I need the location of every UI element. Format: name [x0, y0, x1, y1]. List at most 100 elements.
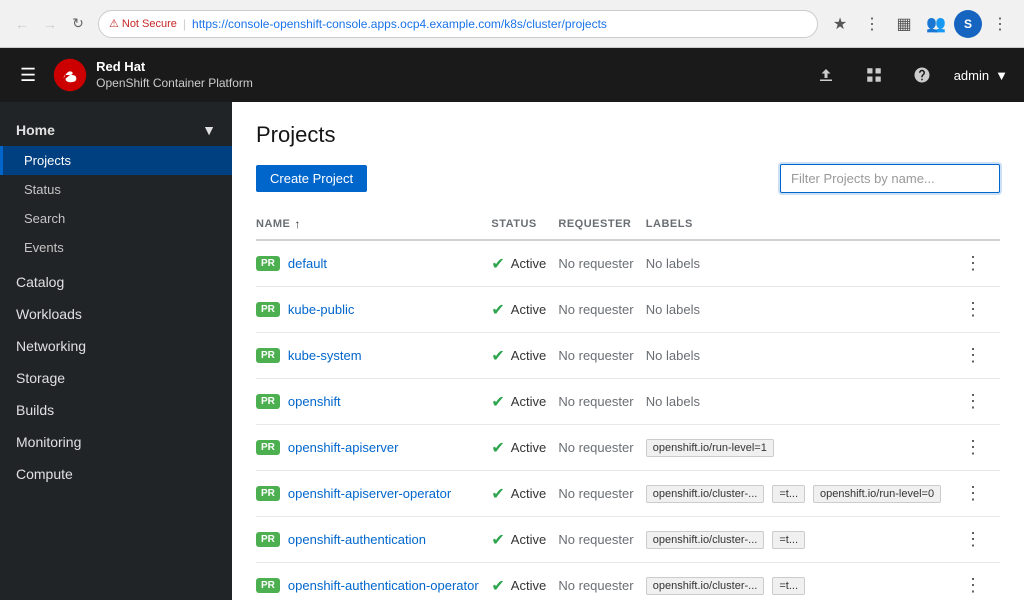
status-text: Active [511, 486, 546, 501]
profile-button[interactable]: 👥 [922, 10, 950, 38]
sidebar-item-home[interactable]: Home ▼ [0, 114, 232, 146]
sidebar-item-search[interactable]: Search [0, 204, 232, 233]
page-title: Projects [256, 122, 1000, 148]
pr-badge: PR [256, 486, 280, 501]
row-actions-button[interactable]: ⋮ [958, 573, 988, 598]
labels-cell: openshift.io/cluster-...=t...openshift.i… [646, 485, 946, 503]
actions-cell: ⋮ [958, 240, 1000, 287]
actions-cell: ⋮ [958, 425, 1000, 471]
project-name-cell: PR openshift-authentication-operator [256, 563, 491, 600]
actions-cell: ⋮ [958, 517, 1000, 563]
sidebar-category-label: Storage [16, 370, 65, 386]
sidebar-item-monitoring[interactable]: Monitoring [0, 426, 232, 458]
labels-value: No labels [646, 256, 700, 271]
label-tag: openshift.io/cluster-... [646, 531, 765, 549]
sidebar-item-projects[interactable]: Projects [0, 146, 232, 175]
sidebar-item-storage[interactable]: Storage [0, 362, 232, 394]
help-button[interactable] [906, 59, 938, 91]
brand: Red Hat OpenShift Container Platform [52, 57, 253, 93]
status-text: Active [511, 532, 546, 547]
pr-badge: PR [256, 578, 280, 593]
requester-cell: No requester [558, 425, 645, 471]
project-link[interactable]: openshift-authentication-operator [288, 578, 479, 593]
requester-cell: No requester [558, 240, 645, 287]
table-row: PR openshift-authentication ✔ Active No … [256, 517, 1000, 563]
row-actions-button[interactable]: ⋮ [958, 251, 988, 276]
project-link[interactable]: default [288, 256, 327, 271]
project-link[interactable]: kube-system [288, 348, 362, 363]
active-status-icon: ✔ [491, 484, 504, 504]
user-avatar-button[interactable]: S [954, 10, 982, 38]
requester-value: No requester [558, 348, 633, 363]
browser-chrome: ← → ↻ ⚠ Not Secure | https://console-ope… [0, 0, 1024, 48]
user-menu-button[interactable]: admin ▼ [954, 68, 1008, 83]
back-button[interactable]: ← [10, 12, 34, 36]
project-name-cell: PR openshift-apiserver [256, 425, 491, 471]
address-bar[interactable]: ⚠ Not Secure | https://console-openshift… [98, 10, 818, 38]
sidebar-item-builds[interactable]: Builds [0, 394, 232, 426]
upload-icon [817, 66, 835, 84]
actions-cell: ⋮ [958, 563, 1000, 600]
table-row: PR openshift-apiserver ✔ Active No reque… [256, 425, 1000, 471]
pr-badge: PR [256, 348, 280, 363]
sidebar-category-label: Builds [16, 402, 54, 418]
project-link[interactable]: kube-public [288, 302, 355, 317]
project-link[interactable]: openshift-apiserver-operator [288, 486, 451, 501]
row-actions-button[interactable]: ⋮ [958, 389, 988, 414]
col-requester: REQUESTER [558, 209, 645, 240]
actions-cell: ⋮ [958, 379, 1000, 425]
col-labels: LABELS [646, 209, 958, 240]
requester-value: No requester [558, 302, 633, 317]
labels-cell: openshift.io/run-level=1 [646, 425, 958, 471]
reload-button[interactable]: ↻ [66, 12, 90, 36]
forward-button[interactable]: → [38, 12, 62, 36]
sidebar-home-label: Home [16, 122, 55, 138]
dropdown-icon: ▼ [995, 68, 1008, 83]
requester-cell: No requester [558, 333, 645, 379]
grid-button[interactable] [858, 59, 890, 91]
chevron-down-icon: ▼ [202, 122, 216, 138]
extensions-button[interactable]: ▦ [890, 10, 918, 38]
active-status-icon: ✔ [491, 392, 504, 412]
row-actions-button[interactable]: ⋮ [958, 297, 988, 322]
upload-button[interactable] [810, 59, 842, 91]
sidebar-item-workloads[interactable]: Workloads [0, 298, 232, 330]
redhat-logo [52, 57, 88, 93]
pr-badge: PR [256, 440, 280, 455]
labels-cell: openshift.io/cluster-...=t... [646, 577, 946, 595]
status-text: Active [511, 302, 546, 317]
row-actions-button[interactable]: ⋮ [958, 343, 988, 368]
status-cell: ✔ Active [491, 333, 558, 379]
filter-input[interactable] [780, 164, 1000, 193]
table-row: PR openshift ✔ Active No requesterNo lab… [256, 379, 1000, 425]
project-link[interactable]: openshift [288, 394, 341, 409]
sidebar-item-events[interactable]: Events [0, 233, 232, 262]
requester-cell: No requester [558, 517, 645, 563]
labels-value: No labels [646, 394, 700, 409]
label-tag: openshift.io/cluster-... [646, 577, 765, 595]
row-actions-button[interactable]: ⋮ [958, 481, 988, 506]
bookmark-button[interactable]: ★ [826, 10, 854, 38]
project-link[interactable]: openshift-authentication [288, 532, 426, 547]
sidebar-item-compute[interactable]: Compute [0, 458, 232, 490]
sidebar-item-status[interactable]: Status [0, 175, 232, 204]
chrome-menu-button[interactable]: ⋮ [986, 10, 1014, 38]
sidebar-item-catalog[interactable]: Catalog [0, 266, 232, 298]
row-actions-button[interactable]: ⋮ [958, 435, 988, 460]
status-text: Active [511, 440, 546, 455]
main-area: Home ▼ Projects Status Search Events Cat… [0, 102, 1024, 600]
browser-menu-button[interactable]: ⋮ [858, 10, 886, 38]
hamburger-menu-button[interactable]: ☰ [16, 61, 40, 90]
col-actions [958, 209, 1000, 240]
requester-cell: No requester [558, 563, 645, 600]
row-actions-button[interactable]: ⋮ [958, 527, 988, 552]
sidebar-item-label: Events [24, 240, 64, 255]
brand-bottom: OpenShift Container Platform [96, 76, 253, 92]
sidebar-category-label: Workloads [16, 306, 82, 322]
project-link[interactable]: openshift-apiserver [288, 440, 399, 455]
create-project-button[interactable]: Create Project [256, 165, 367, 192]
table-row: PR openshift-authentication-operator ✔ A… [256, 563, 1000, 600]
table-header-row: NAME ↑ STATUS REQUESTER LABELS [256, 209, 1000, 240]
labels-value: No labels [646, 302, 700, 317]
sidebar-item-networking[interactable]: Networking [0, 330, 232, 362]
